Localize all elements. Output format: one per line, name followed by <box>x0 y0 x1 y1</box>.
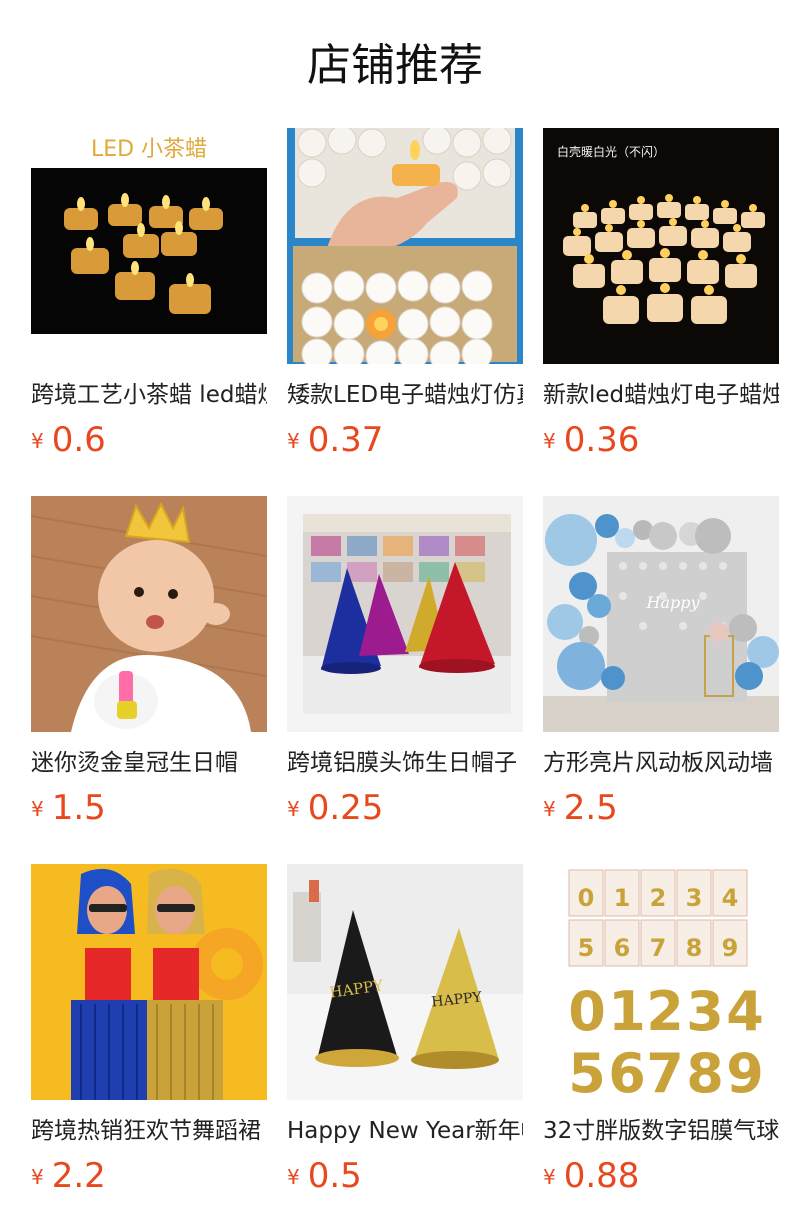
svg-text:6: 6 <box>608 1042 646 1100</box>
svg-text:2: 2 <box>646 980 684 1043</box>
product-card[interactable]: 白壳暖白光（不闪） 新款led蜡烛灯电子蜡烛 ¥ 0.36 <box>543 128 779 468</box>
svg-text:3: 3 <box>686 980 724 1043</box>
product-name[interactable]: 跨境工艺小茶蜡 led蜡烛 <box>31 378 267 412</box>
candle-box-image[interactable] <box>287 128 523 364</box>
product-name[interactable]: Happy New Year新年帽 <box>287 1114 523 1148</box>
product-card[interactable]: 迷你烫金皇冠生日帽 ¥1.5 <box>31 496 267 836</box>
svg-text:4: 4 <box>722 884 739 912</box>
page-title: 店铺推荐 <box>307 40 483 91</box>
product-price: ¥0.37 <box>287 420 384 460</box>
product-price: ¥0.36 <box>543 420 640 460</box>
svg-text:5: 5 <box>568 1042 606 1100</box>
product-name[interactable]: 方形亮片风动板风动墙 <box>543 746 779 780</box>
product-name[interactable]: 32寸胖版数字铝膜气球 <box>543 1114 779 1148</box>
svg-text:1: 1 <box>614 884 631 912</box>
warm-candles-image[interactable]: 白壳暖白光（不闪） <box>543 128 779 364</box>
svg-text:7: 7 <box>646 1042 684 1100</box>
product-name[interactable]: 跨境热销狂欢节舞蹈裙 <box>31 1114 267 1148</box>
image-caption: 白壳暖白光（不闪） <box>557 144 665 159</box>
product-card[interactable]: 矮款LED电子蜡烛灯仿真 ¥0.37 <box>287 128 523 468</box>
number-balloons-image[interactable]: 01 23 4 56 78 9 01 23 4 56 78 9 <box>543 864 779 1100</box>
product-price: ¥0.6 <box>31 420 106 460</box>
svg-text:9: 9 <box>722 934 739 962</box>
product-name[interactable]: 迷你烫金皇冠生日帽 <box>31 746 267 780</box>
product-price: ¥0.5 <box>287 1156 362 1196</box>
party-hats-image[interactable] <box>287 496 523 732</box>
product-name[interactable]: 跨境铝膜头饰生日帽子 <box>287 746 523 780</box>
svg-text:5: 5 <box>578 934 595 962</box>
product-price: ¥1.5 <box>31 788 106 828</box>
product-price: ¥2.5 <box>543 788 618 828</box>
svg-text:8: 8 <box>686 1042 724 1100</box>
product-name[interactable]: 新款led蜡烛灯电子蜡烛 <box>543 378 779 412</box>
svg-text:0: 0 <box>568 980 606 1043</box>
carnival-costume-image[interactable] <box>31 864 267 1100</box>
svg-text:6: 6 <box>614 934 631 962</box>
svg-text:1: 1 <box>608 980 646 1043</box>
product-price: ¥0.25 <box>287 788 384 828</box>
product-card[interactable]: 跨境热销狂欢节舞蹈裙 ¥2.2 <box>31 864 267 1204</box>
svg-text:9: 9 <box>726 1042 764 1100</box>
product-card[interactable]: LED 小茶蜡 跨境工艺小茶蜡 led蜡烛 ¥ 0.6 <box>31 128 267 468</box>
svg-text:Happy: Happy <box>645 593 700 612</box>
svg-text:2: 2 <box>650 884 667 912</box>
new-year-hats-image[interactable]: HAPPY HAPPY <box>287 864 523 1100</box>
svg-text:7: 7 <box>650 934 667 962</box>
product-name[interactable]: 矮款LED电子蜡烛灯仿真 <box>287 378 523 412</box>
svg-text:0: 0 <box>578 884 595 912</box>
svg-text:4: 4 <box>726 980 764 1043</box>
baby-crown-image[interactable] <box>31 496 267 732</box>
product-price: ¥0.88 <box>543 1156 640 1196</box>
product-card[interactable]: 跨境铝膜头饰生日帽子 ¥0.25 <box>287 496 523 836</box>
shop-recommendation-page: 店铺推荐 LED 小茶蜡 跨境工艺小茶蜡 led蜡烛 ¥ 0.6 矮款LED电子… <box>0 0 790 1232</box>
image-caption: LED 小茶蜡 <box>91 137 207 162</box>
product-card[interactable]: 01 23 4 56 78 9 01 23 4 56 78 9 32寸胖版数字铝… <box>543 864 779 1204</box>
balloon-wall-image[interactable]: Happy <box>543 496 779 732</box>
product-price: ¥2.2 <box>31 1156 106 1196</box>
product-card[interactable]: HAPPY HAPPY Happy New Year新年帽 ¥0.5 <box>287 864 523 1204</box>
tealight-candles-image[interactable]: LED 小茶蜡 <box>31 128 267 364</box>
svg-text:8: 8 <box>686 934 703 962</box>
product-card[interactable]: Happy 方形亮片风动板风动墙 ¥2.5 <box>543 496 779 836</box>
svg-text:3: 3 <box>686 884 703 912</box>
